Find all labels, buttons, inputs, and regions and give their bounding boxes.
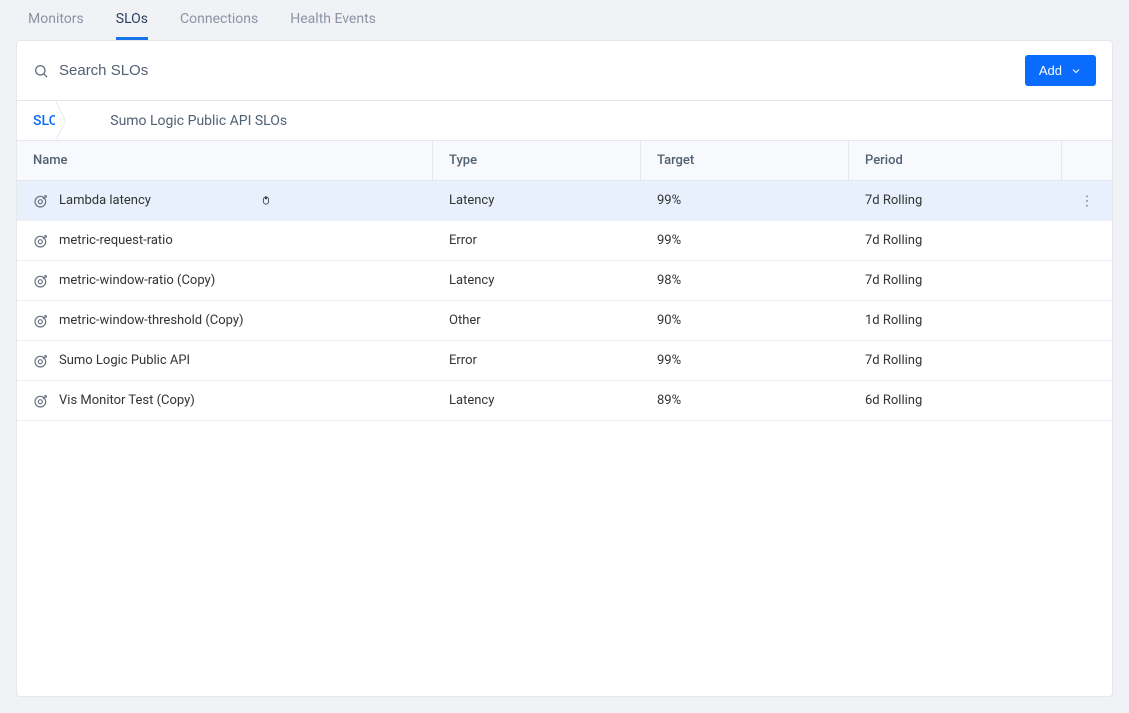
row-type: Error <box>433 223 641 258</box>
row-actions <box>1062 311 1112 331</box>
table-row[interactable]: metric-window-threshold (Copy) Other90%1d… <box>17 301 1112 341</box>
breadcrumb: SLO Sumo Logic Public API SLOs <box>17 101 1112 141</box>
search-input[interactable] <box>59 62 1015 79</box>
row-target: 90% <box>641 303 849 338</box>
name-cell: Vis Monitor Test (Copy) <box>17 383 433 419</box>
more-icon[interactable] <box>1078 193 1096 209</box>
row-period: 6d Rolling <box>849 383 1062 418</box>
slo-table: Name Type Target Period Lambda latencyLa… <box>17 141 1112 696</box>
row-type: Error <box>433 343 641 378</box>
table-row[interactable]: metric-request-ratio Error99%7d Rolling <box>17 221 1112 261</box>
row-actions <box>1062 183 1112 219</box>
breadcrumb-current: Sumo Logic Public API SLOs <box>76 113 287 129</box>
target-icon <box>33 313 49 329</box>
search-bar: Add <box>17 41 1112 101</box>
col-name[interactable]: Name <box>17 141 433 180</box>
row-name: metric-request-ratio <box>59 233 173 248</box>
row-period: 1d Rolling <box>849 303 1062 338</box>
row-name: Sumo Logic Public API <box>59 353 190 368</box>
row-actions <box>1062 391 1112 411</box>
name-cell: Lambda latency <box>17 183 433 219</box>
row-target: 99% <box>641 223 849 258</box>
row-name: Lambda latency <box>59 193 151 208</box>
name-cell: Sumo Logic Public API <box>17 343 433 379</box>
name-cell: metric-window-ratio (Copy) <box>17 263 433 299</box>
col-target[interactable]: Target <box>641 141 849 180</box>
row-actions <box>1062 351 1112 371</box>
row-period: 7d Rolling <box>849 263 1062 298</box>
row-target: 98% <box>641 263 849 298</box>
table-body: Lambda latencyLatency99%7d Rollingmetric… <box>17 181 1112 421</box>
row-actions <box>1062 271 1112 291</box>
row-actions <box>1062 231 1112 251</box>
add-button[interactable]: Add <box>1025 55 1096 86</box>
name-cell: metric-request-ratio <box>17 223 433 259</box>
target-icon <box>33 233 49 249</box>
target-icon <box>33 393 49 409</box>
chevron-down-icon <box>1070 65 1082 77</box>
row-target: 89% <box>641 383 849 418</box>
table-row[interactable]: Sumo Logic Public API Error99%7d Rolling <box>17 341 1112 381</box>
row-type: Other <box>433 303 641 338</box>
row-name: Vis Monitor Test (Copy) <box>59 393 195 408</box>
target-icon <box>33 273 49 289</box>
tab-monitors[interactable]: Monitors <box>28 0 84 40</box>
row-name: metric-window-ratio (Copy) <box>59 273 215 288</box>
tab-connections[interactable]: Connections <box>180 0 258 40</box>
row-target: 99% <box>641 343 849 378</box>
row-period: 7d Rolling <box>849 223 1062 258</box>
main-panel: Add SLO Sumo Logic Public API SLOs Name … <box>16 40 1113 697</box>
add-button-label: Add <box>1039 63 1062 78</box>
name-cell: metric-window-threshold (Copy) <box>17 303 433 339</box>
col-period[interactable]: Period <box>849 141 1062 180</box>
row-period: 7d Rolling <box>849 183 1062 218</box>
table-row[interactable]: Lambda latency Latency99%7d Rolling <box>17 181 1112 221</box>
target-icon <box>33 353 49 369</box>
table-row[interactable]: Vis Monitor Test (Copy) Latency89%6d Roll… <box>17 381 1112 421</box>
table-header: Name Type Target Period <box>17 141 1112 181</box>
row-type: Latency <box>433 183 641 218</box>
row-target: 99% <box>641 183 849 218</box>
breadcrumb-root[interactable]: SLO <box>33 101 76 140</box>
col-type[interactable]: Type <box>433 141 641 180</box>
top-tabs: Monitors SLOs Connections Health Events <box>0 0 1129 40</box>
row-type: Latency <box>433 383 641 418</box>
col-actions <box>1062 149 1112 173</box>
tab-slos[interactable]: SLOs <box>116 0 148 40</box>
tab-health-events[interactable]: Health Events <box>290 0 376 40</box>
row-period: 7d Rolling <box>849 343 1062 378</box>
target-icon <box>33 193 49 209</box>
row-type: Latency <box>433 263 641 298</box>
table-row[interactable]: metric-window-ratio (Copy) Latency98%7d R… <box>17 261 1112 301</box>
search-icon <box>33 63 49 79</box>
row-name: metric-window-threshold (Copy) <box>59 313 244 328</box>
